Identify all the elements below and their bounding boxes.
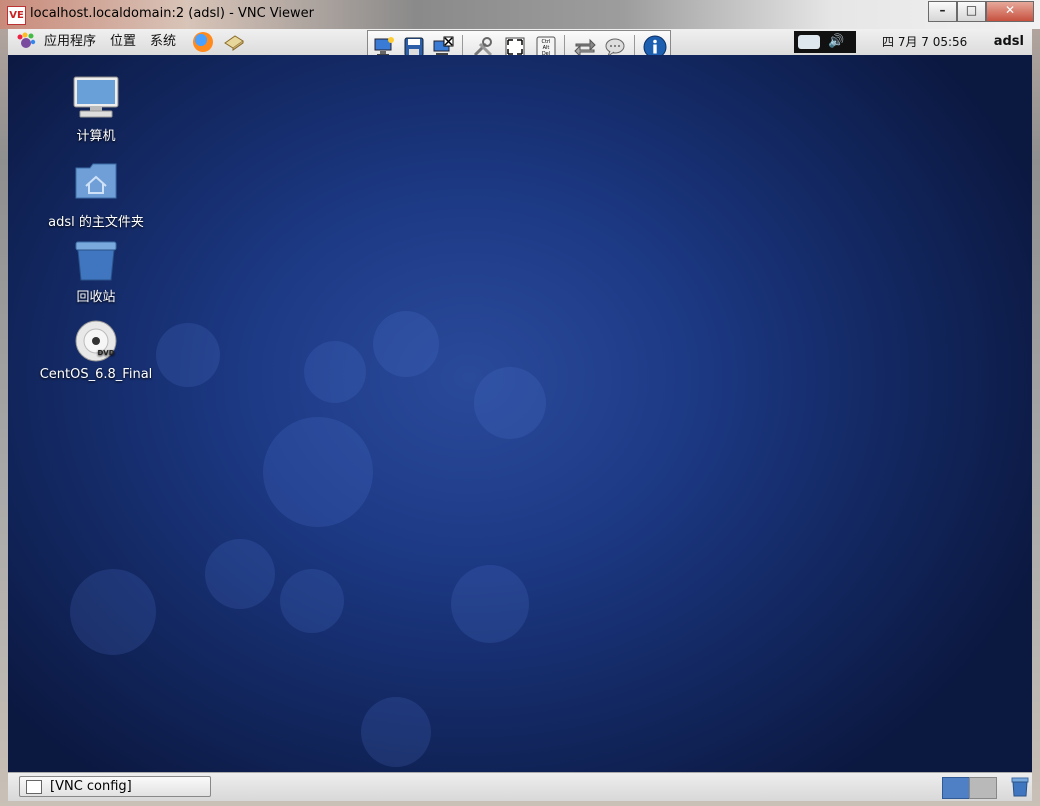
taskbar-button[interactable]: [VNC config] bbox=[19, 776, 211, 797]
taskbar-button-label: [VNC config] bbox=[50, 779, 132, 794]
bokeh-decoration bbox=[205, 539, 275, 609]
volume-icon[interactable]: 🔊 bbox=[828, 34, 850, 50]
menu-system[interactable]: 系统 bbox=[150, 29, 176, 55]
bokeh-decoration bbox=[304, 341, 366, 403]
bokeh-decoration bbox=[474, 367, 546, 439]
bokeh-decoration bbox=[156, 323, 220, 387]
vnc-app-icon: VE bbox=[7, 6, 26, 25]
system-tray: 🔊 bbox=[794, 31, 856, 53]
network-icon[interactable] bbox=[798, 35, 820, 49]
workspace-1[interactable] bbox=[942, 777, 970, 799]
bokeh-decoration bbox=[280, 569, 344, 633]
bokeh-decoration bbox=[373, 311, 439, 377]
minimize-button[interactable]: – bbox=[928, 1, 957, 22]
window-titlebar[interactable]: VE localhost.localdomain:2 (adsl) - VNC … bbox=[0, 0, 1040, 29]
desktop-icon-computer[interactable]: 计算机 bbox=[48, 75, 144, 145]
desktop-icon-label: 回收站 bbox=[76, 290, 116, 305]
trash-icon[interactable] bbox=[1011, 777, 1029, 797]
bokeh-decoration bbox=[361, 697, 431, 767]
bokeh-decoration bbox=[70, 569, 156, 655]
window-controls: – □ ✕ bbox=[928, 1, 1034, 22]
desktop-icon-dvd[interactable]: DVD CentOS_6.8_Final bbox=[36, 319, 156, 389]
window-icon bbox=[26, 780, 42, 794]
desktop-icon-trash[interactable]: 回收站 bbox=[48, 240, 144, 310]
menu-places[interactable]: 位置 bbox=[110, 29, 136, 55]
desktop-icon-home-folder[interactable]: adsl 的主文件夹 bbox=[38, 160, 154, 230]
vnc-viewer-window: VE localhost.localdomain:2 (adsl) - VNC … bbox=[0, 0, 1040, 806]
workspace-2[interactable] bbox=[969, 777, 997, 799]
desktop-icon-label: adsl 的主文件夹 bbox=[48, 215, 144, 230]
bottom-panel: [VNC config] bbox=[8, 772, 1032, 801]
gnome-foot-icon[interactable] bbox=[16, 32, 36, 52]
computer-icon bbox=[73, 76, 119, 118]
bokeh-decoration bbox=[451, 565, 529, 643]
home-folder-icon bbox=[75, 163, 117, 199]
dvd-badge: DVD bbox=[97, 349, 114, 357]
dvd-icon: DVD bbox=[75, 320, 117, 362]
desktop[interactable]: 计算机 adsl 的主文件夹 回收站 DVD CentOS_6.8_Final bbox=[8, 55, 1032, 772]
notes-icon[interactable] bbox=[223, 33, 245, 51]
maximize-button[interactable]: □ bbox=[957, 1, 986, 22]
clock[interactable]: 四 7月 7 05:56 bbox=[882, 29, 967, 55]
window-title: localhost.localdomain:2 (adsl) - VNC Vie… bbox=[30, 6, 314, 21]
user-menu[interactable]: adsl bbox=[994, 29, 1024, 55]
desktop-icon-label: 计算机 bbox=[76, 129, 116, 144]
close-button[interactable]: ✕ bbox=[986, 1, 1034, 22]
desktop-icon-label: CentOS_6.8_Final bbox=[39, 367, 153, 382]
trash-icon bbox=[75, 241, 117, 281]
bokeh-decoration bbox=[263, 417, 373, 527]
menu-applications[interactable]: 应用程序 bbox=[44, 29, 96, 55]
firefox-icon[interactable] bbox=[193, 32, 213, 52]
